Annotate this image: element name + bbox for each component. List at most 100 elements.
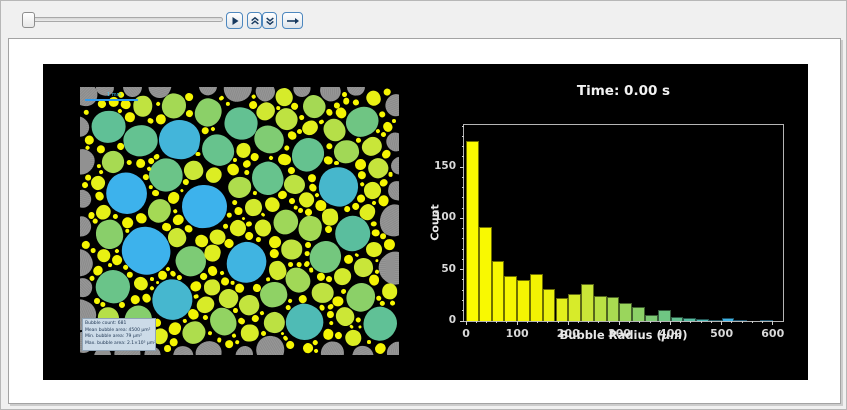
bubble bbox=[250, 152, 260, 162]
output-panel: 1 mm Bubble count: 681 Mean bubble area:… bbox=[8, 38, 841, 404]
scale-bar-label: 1 mm bbox=[107, 92, 122, 98]
bubble bbox=[125, 229, 129, 234]
x-minor-tick bbox=[660, 321, 661, 323]
y-axis-label: Count bbox=[429, 193, 442, 253]
bubble bbox=[323, 155, 334, 165]
bubble bbox=[235, 283, 246, 293]
bubble bbox=[207, 265, 219, 277]
y-minor-tick bbox=[462, 238, 464, 239]
edge-bubble bbox=[232, 342, 256, 355]
bubble bbox=[225, 102, 229, 106]
time-slider-track[interactable] bbox=[24, 17, 223, 22]
hist-bar bbox=[581, 284, 594, 321]
bubble bbox=[352, 99, 359, 106]
bubble bbox=[342, 92, 347, 97]
y-tick-label: 0 bbox=[420, 314, 456, 326]
double-chevron-down-icon bbox=[265, 16, 275, 26]
hist-bar bbox=[479, 227, 492, 321]
bubble bbox=[218, 95, 224, 101]
bubble bbox=[312, 283, 334, 303]
bubble bbox=[357, 170, 367, 180]
bubble bbox=[333, 161, 338, 166]
bubble bbox=[343, 98, 350, 105]
bubble bbox=[380, 233, 386, 239]
time-slider-thumb[interactable] bbox=[22, 12, 35, 28]
bubble bbox=[219, 271, 224, 276]
x-minor-tick bbox=[650, 321, 651, 323]
bubble bbox=[285, 339, 296, 350]
play-icon bbox=[230, 16, 240, 26]
bubble bbox=[193, 293, 199, 299]
bubble bbox=[288, 298, 294, 304]
bubble bbox=[136, 158, 146, 168]
bubble bbox=[364, 88, 383, 108]
step-forward-button[interactable] bbox=[282, 12, 303, 29]
y-minor-tick bbox=[462, 249, 464, 250]
y-minor-tick bbox=[462, 228, 464, 229]
bubble bbox=[388, 172, 392, 177]
bubble bbox=[265, 277, 269, 282]
bubble bbox=[341, 102, 382, 141]
bubble-raft-view: 1 mm Bubble count: 681 Mean bubble area:… bbox=[80, 87, 399, 355]
bubble bbox=[231, 281, 235, 285]
bubble bbox=[185, 109, 194, 118]
bubble bbox=[180, 188, 185, 193]
x-major-tick bbox=[568, 321, 569, 325]
bubble bbox=[150, 277, 154, 281]
hist-bar bbox=[492, 261, 505, 321]
y-minor-tick bbox=[462, 197, 464, 198]
arrow-right-icon bbox=[286, 16, 300, 26]
bubble bbox=[358, 325, 362, 329]
bubble bbox=[324, 225, 334, 235]
stats-info-box: Bubble count: 681 Mean bubble area: 4500… bbox=[82, 318, 156, 351]
bubble bbox=[283, 144, 291, 152]
hist-bar bbox=[722, 318, 735, 321]
bubble bbox=[375, 295, 381, 300]
x-major-tick bbox=[619, 321, 620, 325]
bubble bbox=[253, 218, 274, 239]
bubble bbox=[252, 191, 257, 196]
bubble bbox=[96, 164, 101, 168]
bubble bbox=[392, 118, 396, 122]
bubble bbox=[314, 349, 319, 354]
bubble bbox=[210, 126, 216, 132]
bubble bbox=[333, 102, 340, 108]
bubble bbox=[334, 331, 344, 341]
bubble bbox=[224, 339, 234, 349]
x-minor-tick bbox=[639, 321, 640, 323]
y-minor-tick bbox=[462, 187, 464, 188]
hist-bar bbox=[671, 317, 684, 321]
bubble bbox=[83, 109, 89, 115]
x-minor-tick bbox=[506, 321, 507, 323]
play-button[interactable] bbox=[226, 12, 243, 29]
double-chevron-up-icon bbox=[250, 16, 260, 26]
slower-button[interactable] bbox=[262, 12, 277, 29]
x-major-tick bbox=[517, 321, 518, 325]
hist-bar bbox=[632, 307, 645, 321]
bubble bbox=[127, 272, 133, 278]
bubble bbox=[323, 328, 334, 340]
y-tick-label: 150 bbox=[420, 160, 456, 172]
x-major-tick bbox=[772, 321, 773, 325]
faster-button[interactable] bbox=[247, 12, 262, 29]
y-minor-tick bbox=[462, 146, 464, 147]
bubble bbox=[235, 292, 262, 318]
bubble bbox=[277, 153, 291, 166]
bubble bbox=[261, 213, 266, 218]
bubble bbox=[327, 303, 334, 310]
bubble bbox=[355, 158, 367, 170]
bubble bbox=[235, 339, 240, 344]
hist-bar bbox=[530, 274, 543, 321]
bubble bbox=[325, 108, 334, 117]
bubble bbox=[120, 214, 135, 229]
hist-bar bbox=[556, 298, 569, 321]
x-minor-tick bbox=[476, 321, 477, 323]
hist-bar bbox=[568, 294, 581, 321]
edge-bubble bbox=[80, 87, 97, 107]
bubble bbox=[203, 164, 225, 186]
bubble bbox=[367, 340, 371, 344]
bubble bbox=[244, 170, 250, 176]
y-minor-tick bbox=[462, 290, 464, 291]
y-major-tick bbox=[460, 321, 464, 322]
bubble bbox=[231, 333, 236, 338]
